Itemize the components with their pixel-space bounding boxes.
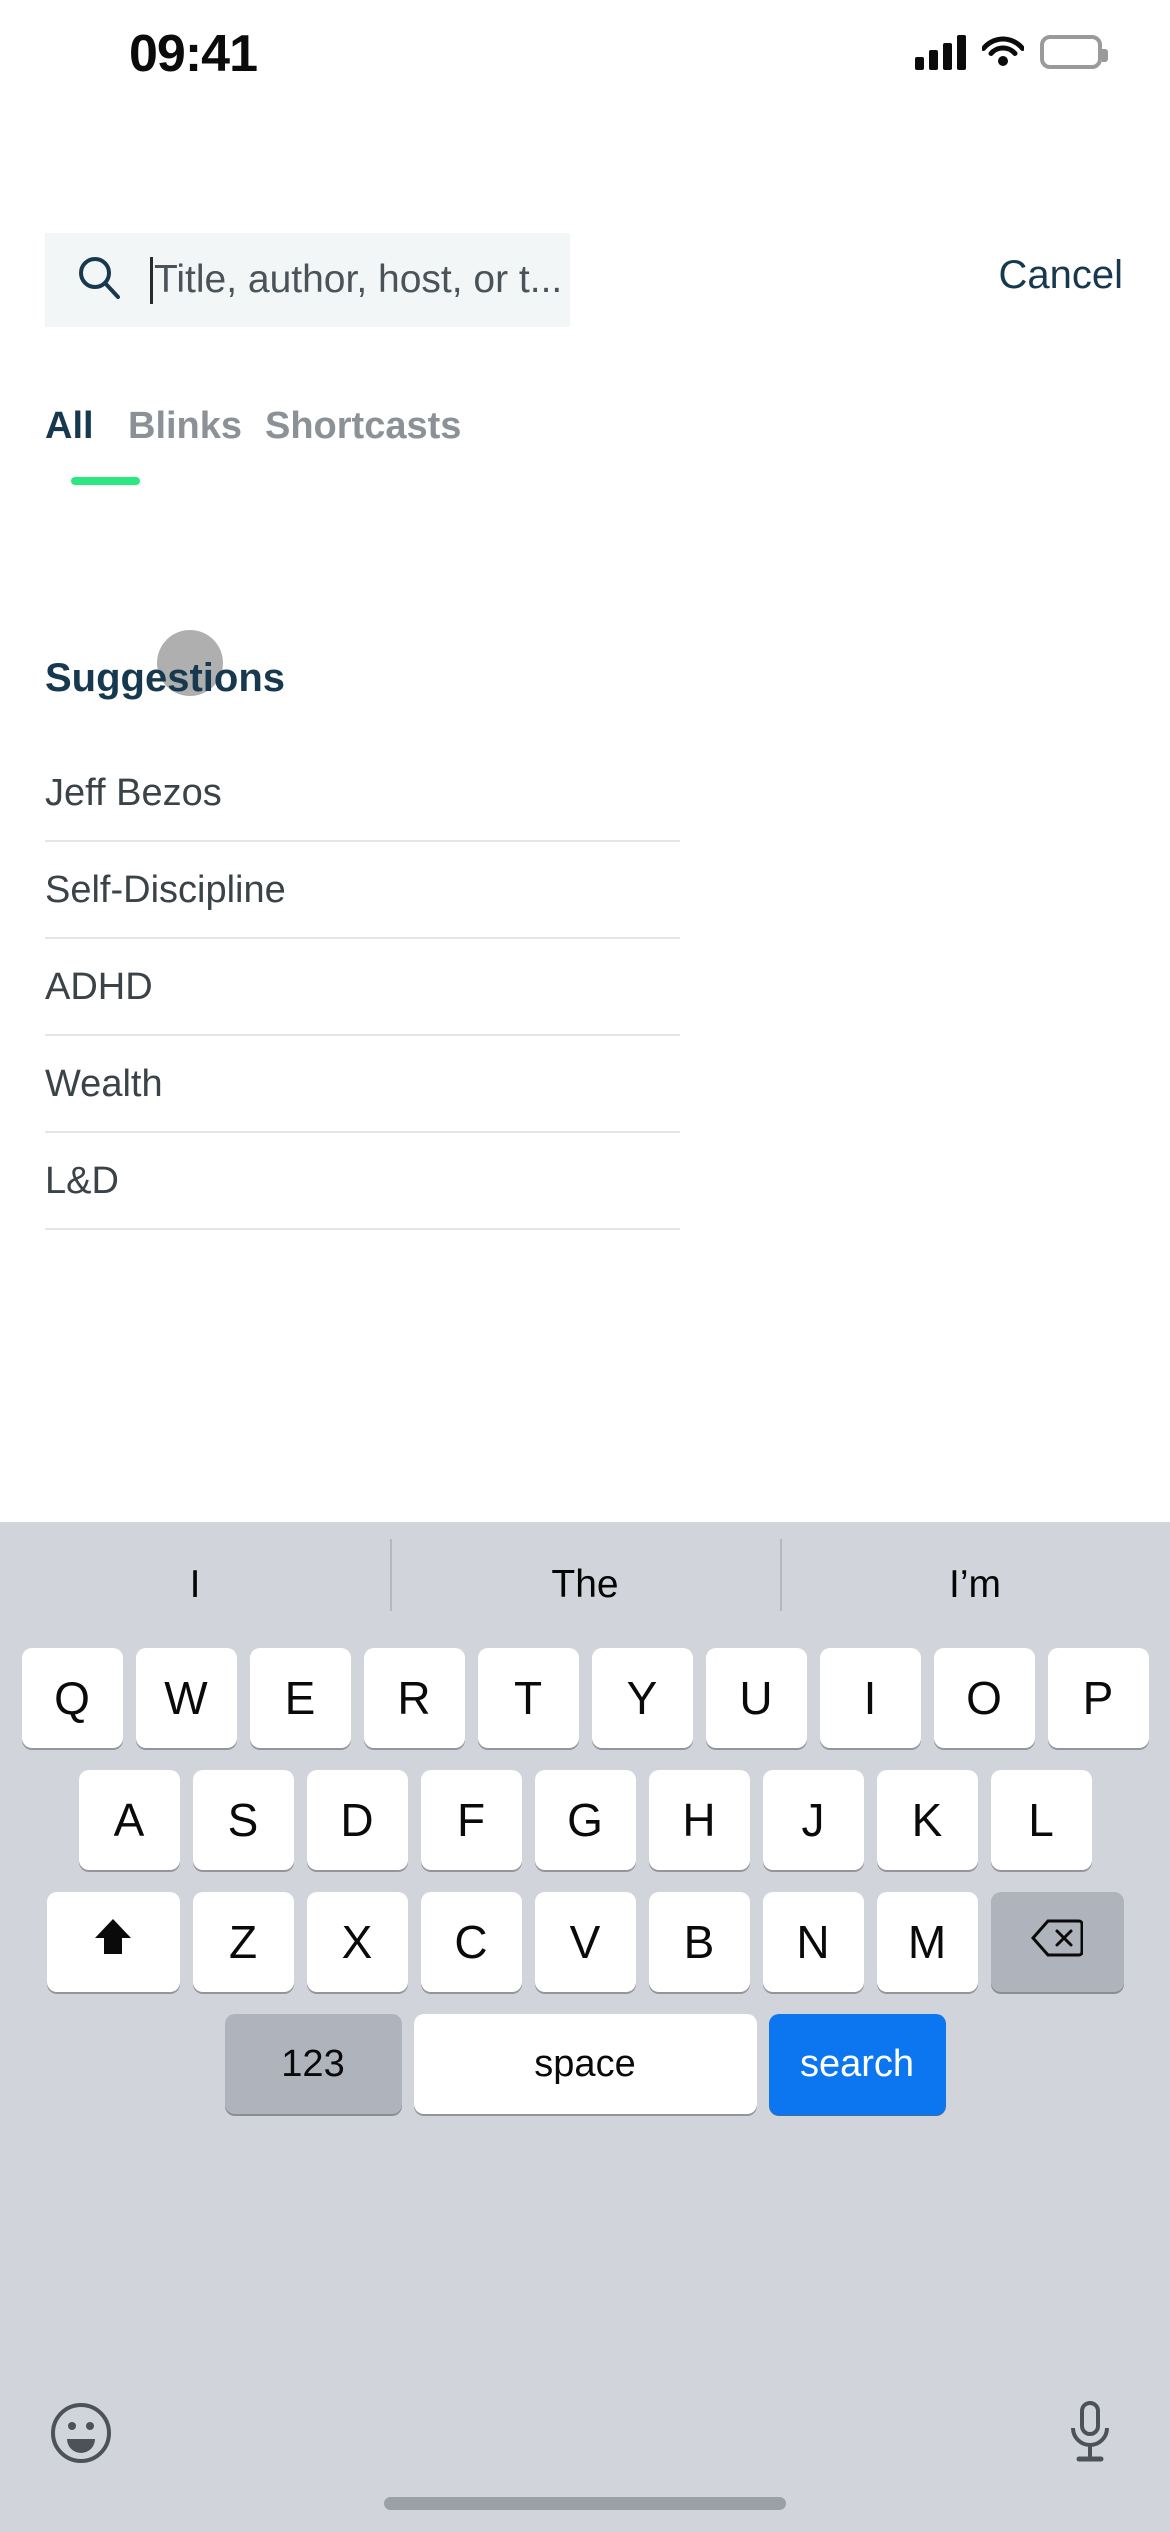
suggestion-label: L&D [45,1160,119,1202]
tab-all[interactable]: All [45,405,94,448]
keyboard-row-3: Z X C V B N M [0,1892,1170,1992]
suggestion-label: Self-Discipline [45,869,286,911]
cellular-bars-icon [915,34,966,70]
suggestion-label: ADHD [45,966,153,1008]
key-d[interactable]: D [306,1770,408,1870]
key-g[interactable]: G [534,1770,636,1870]
list-item[interactable]: Wealth [0,1036,1170,1133]
key-z[interactable]: Z [192,1892,294,1992]
wifi-icon [981,32,1025,71]
status-time: 09:41 [129,25,258,83]
key-y[interactable]: Y [591,1648,693,1748]
suggestions-heading: Suggestions [45,656,286,700]
key-f[interactable]: F [420,1770,522,1870]
key-q[interactable]: Q [21,1648,123,1748]
key-v[interactable]: V [534,1892,636,1992]
suggestion-label: Wealth [45,1063,163,1105]
key-l[interactable]: L [990,1770,1092,1870]
key-a[interactable]: A [78,1770,180,1870]
keyboard-bottom-bar [0,2384,1170,2532]
key-b[interactable]: B [648,1892,750,1992]
numbers-key[interactable]: 123 [224,2014,402,2114]
search-icon [76,255,122,306]
key-e[interactable]: E [249,1648,351,1748]
key-x[interactable]: X [306,1892,408,1992]
prediction-candidate[interactable]: The [390,1539,780,1611]
key-c[interactable]: C [420,1892,522,1992]
tab-bar: All Blinks Shortcasts [0,405,1170,696]
battery-icon [1040,34,1108,69]
list-item[interactable]: ADHD [0,939,1170,1036]
keyboard-row-2: A S D F G H J K L [0,1770,1170,1870]
status-indicators [915,32,1108,71]
prediction-bar: I The I’m [0,1522,1170,1648]
list-item[interactable]: L&D [0,1133,1170,1230]
search-bar: Title, author, host, or t... Cancel [0,233,1170,329]
key-w[interactable]: W [135,1648,237,1748]
key-r[interactable]: R [363,1648,465,1748]
status-bar: 09:41 [0,0,1170,120]
tab-shortcasts[interactable]: Shortcasts [265,405,461,448]
tab-blinks[interactable]: Blinks [128,405,242,448]
key-i[interactable]: I [819,1648,921,1748]
list-divider [45,1228,680,1230]
key-k[interactable]: K [876,1770,978,1870]
space-key[interactable]: space [413,2014,757,2114]
prediction-candidate[interactable]: I [0,1563,390,1607]
key-n[interactable]: N [762,1892,864,1992]
keyboard-row-1: Q W E R T Y U I O P [0,1648,1170,1748]
suggestions-list: Jeff Bezos Self-Discipline ADHD Wealth L… [0,745,1170,1230]
on-screen-keyboard: I The I’m Q W E R T Y U I O P A S D F G … [0,1522,1170,2532]
key-j[interactable]: J [762,1770,864,1870]
list-item[interactable]: Self-Discipline [0,842,1170,939]
key-t[interactable]: T [477,1648,579,1748]
backspace-key[interactable] [990,1892,1124,1992]
shift-icon [90,1914,136,1971]
prediction-candidate[interactable]: I’m [780,1539,1170,1611]
suggestion-label: Jeff Bezos [45,772,222,814]
list-item[interactable]: Jeff Bezos [0,745,1170,842]
key-u[interactable]: U [705,1648,807,1748]
key-h[interactable]: H [648,1770,750,1870]
microphone-icon[interactable] [1062,2400,1118,2466]
text-cursor [150,256,153,304]
search-placeholder: Title, author, host, or t... [154,258,563,301]
keyboard-row-4: 123 space search [0,2014,1170,2114]
home-indicator [384,2497,786,2510]
key-o[interactable]: O [933,1648,1035,1748]
search-key[interactable]: search [768,2014,946,2114]
search-input[interactable]: Title, author, host, or t... [45,233,570,327]
key-s[interactable]: S [192,1770,294,1870]
emoji-icon[interactable] [50,2402,112,2464]
backspace-icon [1030,1915,1084,1969]
shift-key[interactable] [46,1892,180,1992]
key-p[interactable]: P [1047,1648,1149,1748]
active-tab-underline [71,477,140,485]
key-m[interactable]: M [876,1892,978,1992]
cancel-button[interactable]: Cancel [998,253,1123,298]
app-screen: 09:41 Title, author, host, or t... Cance… [0,0,1170,2532]
